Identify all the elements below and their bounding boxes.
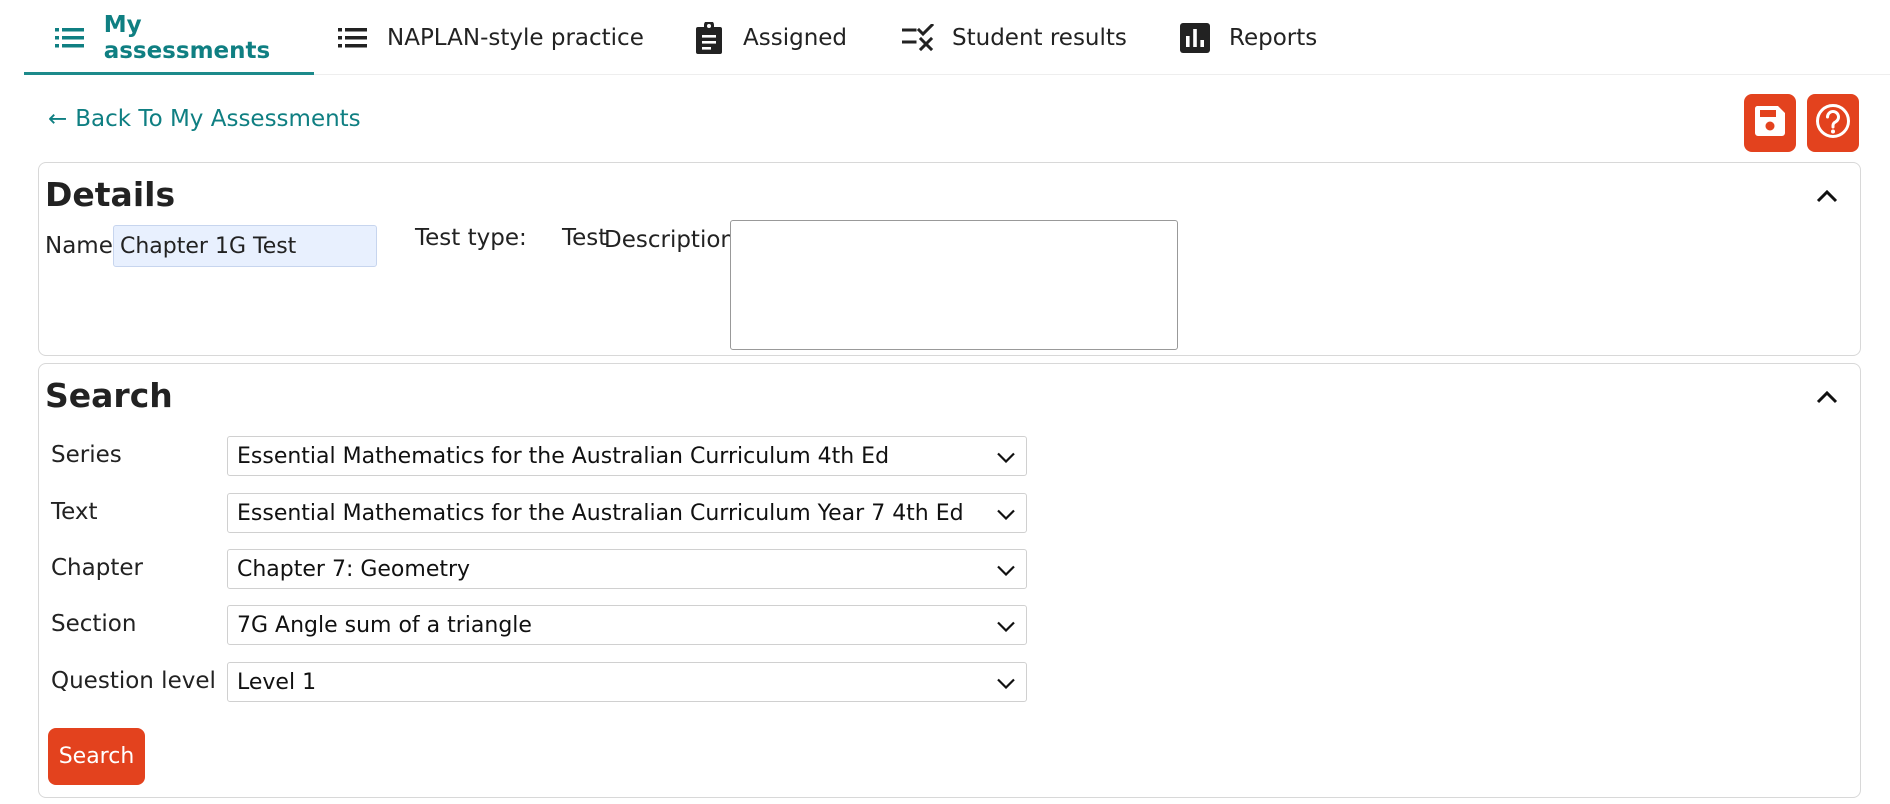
search-button[interactable]: Search: [48, 728, 145, 785]
test-type-label: Test type:: [415, 225, 527, 251]
back-to-my-assessments-link[interactable]: ← Back To My Assessments: [48, 106, 361, 132]
tab-student-results[interactable]: Student results: [902, 0, 1127, 75]
list-icon: [337, 22, 369, 54]
bar-chart-icon: [1179, 22, 1211, 54]
checklist-icon: [902, 22, 934, 54]
series-selected-value: Essential Mathematics for the Australian…: [237, 443, 890, 469]
series-select[interactable]: Essential Mathematics for the Australian…: [227, 436, 1027, 476]
name-field[interactable]: [113, 225, 377, 267]
question-level-selected-value: Level 1: [237, 669, 317, 695]
search-panel: Search Series Essential Mathematics for …: [38, 363, 1861, 798]
question-level-select[interactable]: Level 1: [227, 662, 1027, 702]
description-field[interactable]: [730, 220, 1178, 350]
chevron-down-icon: [996, 616, 1016, 636]
tab-label: Assigned: [743, 24, 848, 51]
details-panel: Details Name Test type: Test Description: [38, 162, 1861, 356]
chevron-down-icon: [996, 560, 1016, 580]
list-icon: [54, 22, 86, 54]
text-select[interactable]: Essential Mathematics for the Australian…: [227, 493, 1027, 533]
test-type-value: Test: [562, 225, 608, 251]
chapter-selected-value: Chapter 7: Geometry: [237, 556, 471, 582]
help-button[interactable]: [1807, 94, 1859, 152]
back-link-label: Back To My Assessments: [75, 106, 361, 132]
section-select[interactable]: 7G Angle sum of a triangle: [227, 605, 1027, 645]
save-button[interactable]: [1744, 94, 1796, 152]
chapter-select[interactable]: Chapter 7: Geometry: [227, 549, 1027, 589]
tab-label: My assessments: [103, 11, 271, 64]
tab-label: NAPLAN-style practice: [387, 24, 644, 51]
section-selected-value: 7G Angle sum of a triangle: [237, 612, 532, 638]
chevron-down-icon: [996, 504, 1016, 524]
section-label: Section: [51, 611, 137, 637]
chevron-up-icon[interactable]: [1812, 181, 1842, 211]
text-selected-value: Essential Mathematics for the Australian…: [237, 500, 964, 526]
chevron-up-icon[interactable]: [1812, 382, 1842, 412]
text-label: Text: [51, 499, 98, 525]
floppy-disk-icon: [1754, 105, 1786, 141]
series-label: Series: [51, 442, 122, 468]
search-title: Search: [45, 376, 173, 415]
details-title: Details: [45, 175, 176, 214]
name-label: Name: [45, 233, 113, 259]
left-arrow-icon: ←: [48, 106, 68, 132]
chevron-down-icon: [996, 673, 1016, 693]
tab-my-assessments[interactable]: My assessments: [24, 0, 314, 75]
chevron-down-icon: [996, 447, 1016, 467]
question-level-label: Question level: [51, 668, 216, 694]
chapter-label: Chapter: [51, 555, 143, 581]
description-label: Description: [604, 227, 735, 253]
tab-assigned[interactable]: Assigned: [693, 0, 847, 75]
tab-label: Reports: [1229, 24, 1318, 51]
top-nav: My assessments NAPLAN-style practice Ass…: [24, 0, 1890, 75]
clipboard-icon: [693, 21, 725, 54]
tab-label: Student results: [952, 24, 1127, 51]
tab-naplan-practice[interactable]: NAPLAN-style practice: [337, 0, 644, 75]
question-circle-icon: [1815, 103, 1851, 143]
tab-reports[interactable]: Reports: [1179, 0, 1317, 75]
